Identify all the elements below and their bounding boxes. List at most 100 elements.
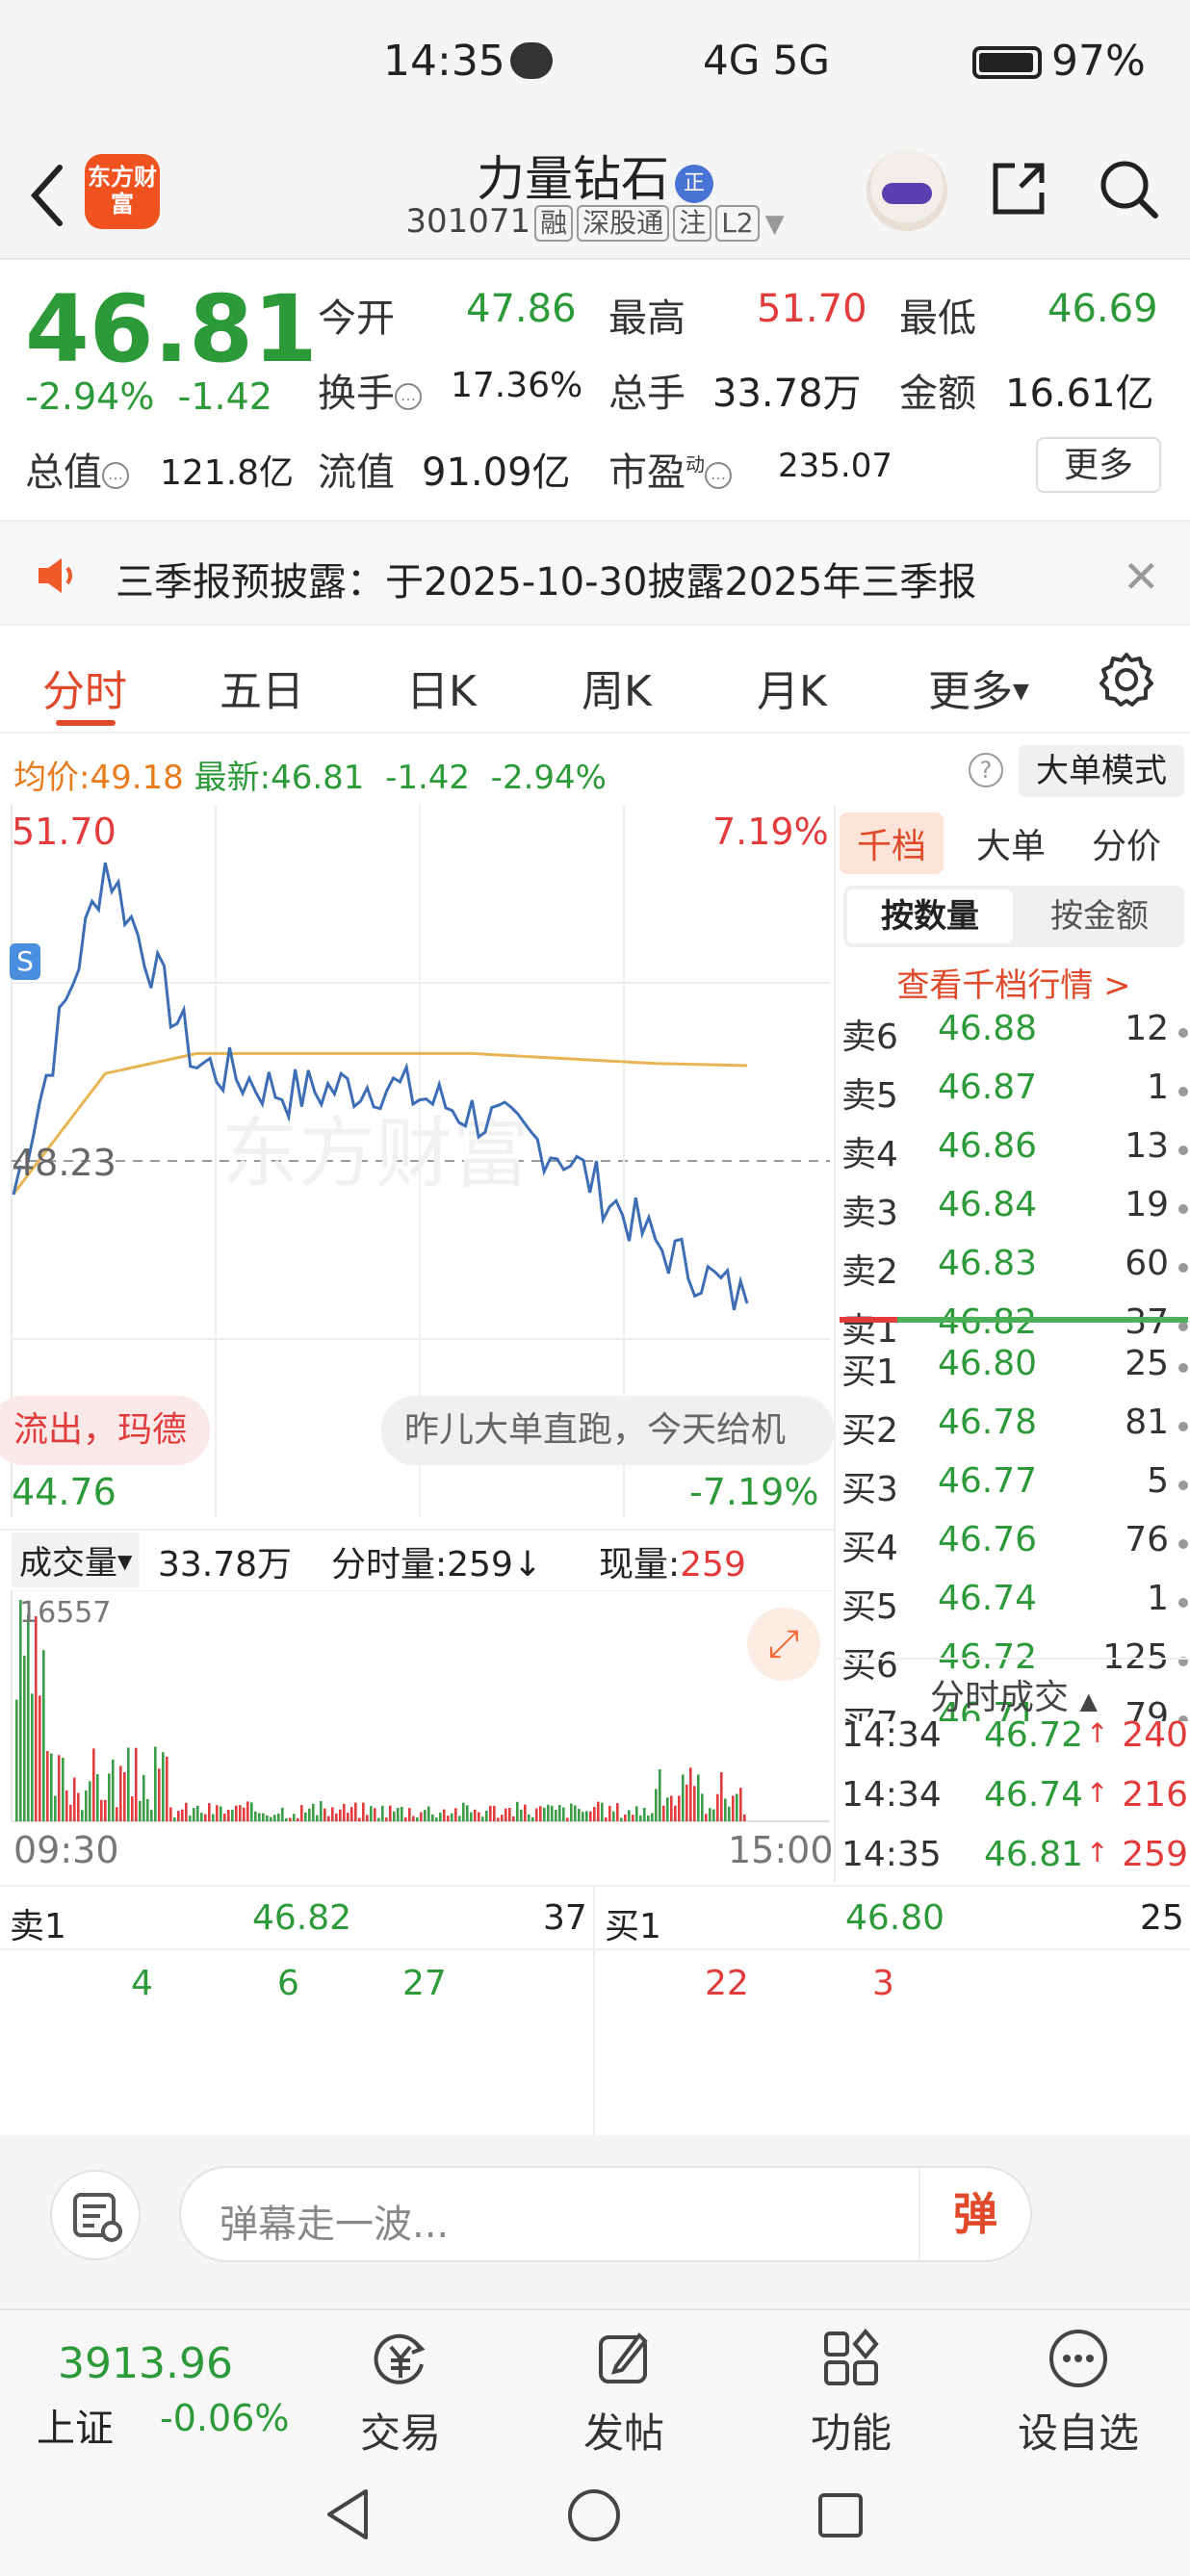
bid-level-row[interactable]: 买3 46.77 5 [841, 1461, 1188, 1511]
trades-header[interactable]: 分时成交 ▲ [836, 1669, 1190, 1719]
tab-weekly-k[interactable]: 周K [582, 657, 652, 718]
danmu-send-button[interactable]: 弹 [918, 2168, 1030, 2260]
ask-level-row[interactable]: 卖3 46.84 19 [841, 1185, 1188, 1235]
ask-level-row[interactable]: 卖2 46.83 60 [841, 1244, 1188, 1294]
danmu-bubble[interactable]: 流出，玛德 [0, 1396, 211, 1465]
volume-bar [246, 1801, 249, 1821]
volume-bar [551, 1805, 554, 1821]
bid-level-row[interactable]: 买2 46.78 81 [841, 1403, 1188, 1453]
view-depth-link[interactable]: 查看千档行情 > [836, 959, 1190, 1006]
volume-bar [662, 1805, 665, 1821]
volume-bar [204, 1814, 207, 1821]
volume-bar [404, 1816, 407, 1821]
danmu-input[interactable]: 弹幕走一波... 弹 [179, 2166, 1032, 2262]
volume-bar [374, 1808, 376, 1821]
nav-functions[interactable]: 功能 [784, 2328, 918, 2460]
last-price: 46.81 [25, 275, 318, 383]
bid-level-row[interactable]: 买1 46.80 25 [841, 1344, 1188, 1394]
volume-bar [397, 1808, 400, 1821]
ask-level-row[interactable]: 卖5 46.87 1 [841, 1068, 1188, 1118]
nav-add-watchlist[interactable]: 设自选 [1011, 2328, 1146, 2460]
index-name: 上证 [37, 2407, 114, 2451]
danmu-bubble[interactable]: 昨儿大单直跑，今天给机 [381, 1396, 834, 1465]
volume-bar [235, 1805, 238, 1821]
nav-home-icon[interactable] [566, 2487, 622, 2543]
volume-bar [166, 1756, 168, 1821]
tab-intraday[interactable]: 分时 [42, 657, 127, 718]
volume-bar [632, 1815, 634, 1821]
tab-daily-k[interactable]: 日K [406, 657, 477, 718]
volume-bar [732, 1795, 735, 1821]
speaker-icon [39, 558, 72, 593]
danmu-settings-icon[interactable] [50, 2170, 141, 2260]
big-order-mode-button[interactable]: 大单模式 [1019, 745, 1184, 797]
volume-bar [347, 1813, 349, 1821]
by-amount-button[interactable]: 按金额 [1019, 889, 1180, 943]
intraday-chart[interactable]: 东方财富 51.70 7.19% 48.23 S 流出，玛德 昨儿大单直跑，今天… [0, 805, 834, 1883]
volume-bar [639, 1815, 642, 1821]
pe-value: 235.07 [778, 447, 892, 485]
volume-selector[interactable]: 成交量▼ [12, 1533, 141, 1587]
ai-assistant-icon[interactable] [867, 150, 947, 231]
level-price: 46.84 [938, 1185, 1038, 1224]
volume-bar [682, 1774, 685, 1821]
amount-value: 16.61亿 [1005, 372, 1154, 416]
tab-more[interactable]: 更多▼ [928, 657, 1029, 718]
volume-bar [643, 1808, 646, 1821]
tab-price-dist[interactable]: 分价 [1092, 818, 1161, 868]
index-value[interactable]: 3913.96 [58, 2339, 233, 2388]
pe-label[interactable]: 市盈动… [608, 441, 732, 497]
expand-icon[interactable]: ⤢ [747, 1608, 820, 1681]
more-button[interactable]: 更多 [1036, 437, 1161, 493]
grid-icon [824, 2328, 879, 2385]
help-icon[interactable]: ? [969, 753, 1003, 787]
volume-bar [73, 1777, 76, 1821]
tab-monthly-k[interactable]: 月K [757, 657, 827, 718]
volume-bar [162, 1752, 165, 1821]
level-volume: 5 [1147, 1461, 1169, 1501]
level-label: 买1 [841, 1352, 898, 1392]
volume-bar [558, 1805, 561, 1821]
turnover-label[interactable]: 换手… [318, 362, 422, 418]
level-label: 卖5 [841, 1076, 898, 1116]
gear-icon[interactable] [1098, 651, 1155, 708]
nav-back-icon[interactable] [323, 2487, 372, 2541]
volume-bar [655, 1789, 658, 1821]
ask-level-row[interactable]: 卖6 46.88 12 [841, 1009, 1188, 1059]
watermark: 东方财富 [221, 1109, 530, 1198]
level-label: 买3 [841, 1470, 898, 1509]
level-price: 46.86 [938, 1126, 1038, 1166]
nav-post[interactable]: 发帖 [556, 2328, 691, 2460]
volume-bar [289, 1817, 292, 1821]
bid-level-row[interactable]: 买5 46.74 1 [841, 1579, 1188, 1629]
volume-bar [50, 1753, 53, 1821]
volume-bar [578, 1809, 581, 1821]
tab-thousand-level[interactable]: 千档 [840, 812, 944, 874]
buy1-price: 46.80 [845, 1898, 945, 1938]
low-value: 46.69 [1048, 287, 1158, 331]
avg-price: 49.18 [90, 759, 184, 797]
close-icon[interactable]: ✕ [1123, 551, 1160, 603]
level-label: 卖4 [841, 1135, 898, 1174]
ask-level-row[interactable]: 卖4 46.86 13 [841, 1126, 1188, 1176]
volume-bar [262, 1813, 265, 1821]
by-quantity-button[interactable]: 按数量 [847, 889, 1013, 943]
nav-recents-icon[interactable] [816, 2491, 865, 2539]
volume-bar [135, 1747, 138, 1821]
mcap-label[interactable]: 总值… [25, 441, 129, 497]
tab-big-order[interactable]: 大单 [976, 818, 1046, 868]
volume-bar [670, 1795, 673, 1821]
volume-bar [58, 1755, 61, 1821]
announcement-banner[interactable]: 三季报预披露：于2025-10-30披露2025年三季报 ✕ [0, 520, 1190, 626]
app-header: 东方财富 力量钻石正 301071 融深股通注 L2 ▼ [0, 135, 1190, 260]
buy1-volume: 25 [1140, 1898, 1184, 1938]
share-icon[interactable] [986, 156, 1051, 221]
tab-five-day[interactable]: 五日 [220, 657, 304, 718]
volume-bar [408, 1808, 411, 1821]
volume-bar [466, 1805, 469, 1821]
sell-marker-icon[interactable]: S [10, 943, 40, 980]
nav-trade[interactable]: 交易 [333, 2328, 468, 2460]
bid-level-row[interactable]: 买4 46.76 76 [841, 1520, 1188, 1570]
search-icon[interactable] [1096, 156, 1161, 221]
tag-connect: 深股通 [577, 205, 670, 242]
